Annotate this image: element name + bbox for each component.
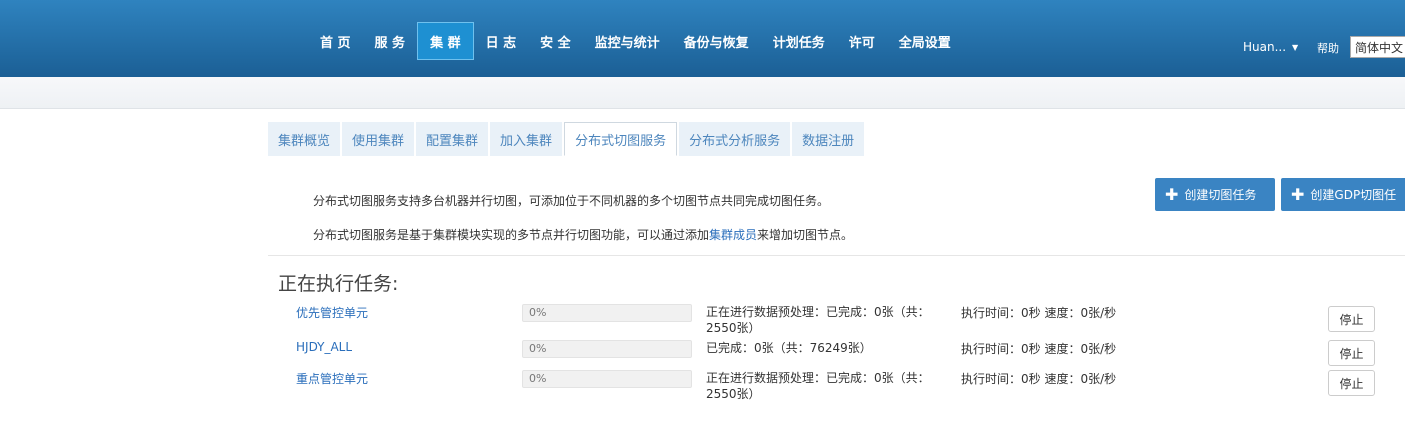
tab-configure-cluster[interactable]: 配置集群 (416, 122, 489, 156)
task-status: 已完成：0张（共：76249张） (706, 341, 872, 355)
nav-home[interactable]: 首 页 (308, 22, 363, 60)
tab-cluster-overview[interactable]: 集群概览 (268, 122, 341, 156)
tab-join-cluster[interactable]: 加入集群 (490, 122, 563, 156)
nav-logs[interactable]: 日 志 (474, 22, 529, 60)
task-progress-bar: 0% (522, 340, 692, 358)
task-status: 正在进行数据预处理：已完成：0张（共：2550张） (706, 371, 930, 401)
tab-use-cluster[interactable]: 使用集群 (342, 122, 415, 156)
stop-button[interactable]: 停止 (1328, 340, 1375, 366)
nav-license[interactable]: 许可 (837, 22, 887, 60)
help-link[interactable]: 帮助 (1317, 40, 1339, 56)
create-tiling-task-button[interactable]: ✚ 创建切图任务 (1155, 178, 1275, 211)
tab-distributed-analysis[interactable]: 分布式分析服务 (679, 122, 791, 156)
nav-global-settings[interactable]: 全局设置 (887, 22, 963, 60)
task-name-link[interactable]: 重点管控单元 (296, 370, 368, 387)
task-time: 执行时间：0秒 速度：0张/秒 (961, 372, 1117, 386)
create-gdp-tiling-task-label: 创建GDP切图任 (1310, 188, 1397, 202)
description-text-suffix: 来增加切图节点。 (757, 228, 854, 242)
cluster-tabs: 集群概览 使用集群 配置集群 加入集群 分布式切图服务 分布式分析服务 数据注册 (268, 122, 866, 156)
sub-header-bar (0, 77, 1405, 109)
task-time: 执行时间：0秒 速度：0张/秒 (961, 306, 1117, 320)
stop-button[interactable]: 停止 (1328, 306, 1375, 332)
task-progress-label: 0% (529, 306, 547, 319)
cluster-members-link[interactable]: 集群成员 (709, 228, 757, 242)
nav-services[interactable]: 服 务 (363, 22, 418, 60)
tab-data-registration[interactable]: 数据注册 (792, 122, 865, 156)
user-menu[interactable]: Huan... ▼ (1243, 40, 1298, 54)
nav-scheduled-tasks[interactable]: 计划任务 (761, 22, 837, 60)
stop-button[interactable]: 停止 (1328, 370, 1375, 396)
divider (268, 255, 1405, 256)
task-progress-label: 0% (529, 372, 547, 385)
task-progress-bar: 0% (522, 304, 692, 322)
user-name: Huan... (1243, 40, 1287, 54)
nav-monitoring[interactable]: 监控与统计 (583, 22, 672, 60)
task-time: 执行时间：0秒 速度：0张/秒 (961, 342, 1117, 356)
main-nav: 首 页 服 务 集 群 日 志 安 全 监控与统计 备份与恢复 计划任务 许可 … (308, 22, 963, 60)
plus-icon: ✚ (1165, 184, 1179, 204)
language-select[interactable]: 简体中文 (1350, 36, 1405, 58)
caret-down-icon: ▼ (1292, 42, 1299, 52)
nav-backup[interactable]: 备份与恢复 (672, 22, 761, 60)
running-tasks-title: 正在执行任务: (278, 273, 399, 295)
description-text: 分布式切图服务是基于集群模块实现的多节点并行切图功能，可以通过添加 (313, 228, 710, 242)
nav-cluster[interactable]: 集 群 (417, 22, 474, 60)
task-name-link[interactable]: 优先管控单元 (296, 304, 368, 321)
nav-security[interactable]: 安 全 (528, 22, 583, 60)
task-name-link[interactable]: HJDY_ALL (296, 340, 352, 354)
create-tiling-task-label: 创建切图任务 (1184, 188, 1257, 202)
plus-icon: ✚ (1291, 184, 1305, 204)
create-gdp-tiling-task-button[interactable]: ✚ 创建GDP切图任 (1281, 178, 1405, 211)
description-line-1: 分布式切图服务支持多台机器并行切图，可添加位于不同机器的多个切图节点共同完成切图… (313, 194, 830, 208)
description-line-2: 分布式切图服务是基于集群模块实现的多节点并行切图功能，可以通过添加集群成员来增加… (313, 226, 853, 243)
top-navigation-bar: 首 页 服 务 集 群 日 志 安 全 监控与统计 备份与恢复 计划任务 许可 … (0, 0, 1405, 77)
tab-distributed-tiling[interactable]: 分布式切图服务 (564, 122, 678, 156)
task-status: 正在进行数据预处理：已完成：0张（共：2550张） (706, 305, 930, 335)
task-progress-label: 0% (529, 342, 547, 355)
task-progress-bar: 0% (522, 370, 692, 388)
